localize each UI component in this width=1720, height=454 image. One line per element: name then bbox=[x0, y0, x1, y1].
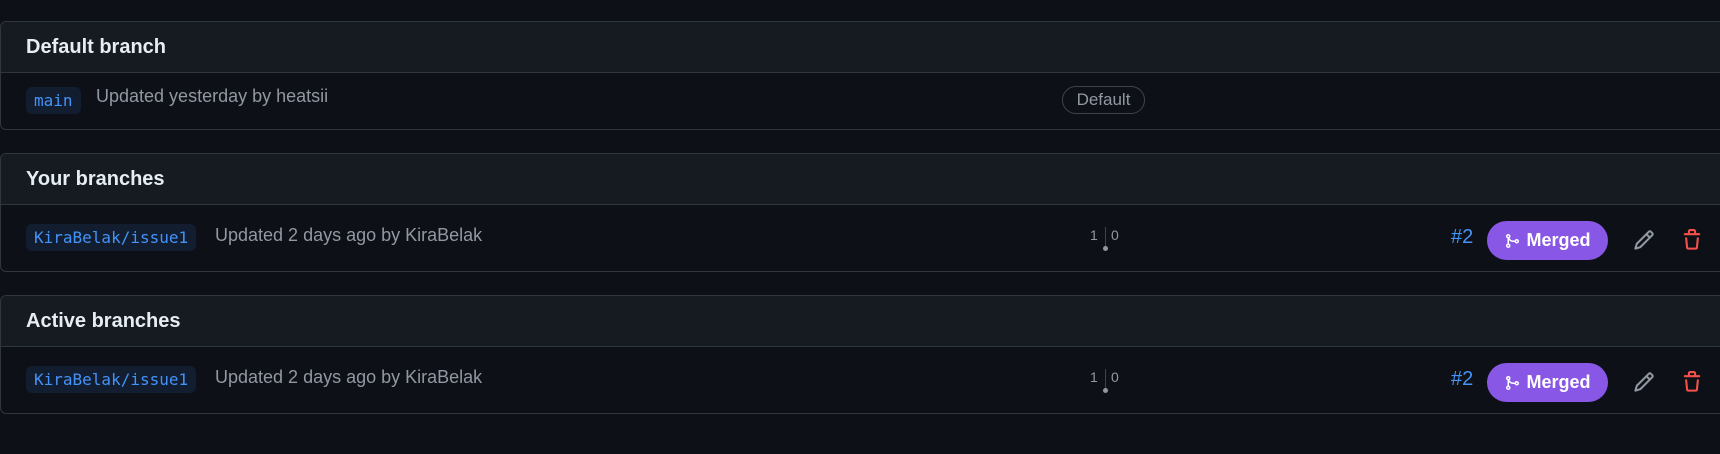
branch-row: KiraBelak/issue1 Updated 2 days ago by K… bbox=[1, 205, 1720, 271]
trash-icon[interactable] bbox=[1679, 369, 1705, 395]
ahead-behind-marker bbox=[1103, 388, 1108, 393]
behind-count: 1 bbox=[1090, 369, 1098, 385]
ahead-count: 0 bbox=[1111, 227, 1119, 243]
ahead-count: 0 bbox=[1111, 369, 1119, 385]
branch-name-link[interactable]: KiraBelak/issue1 bbox=[26, 224, 197, 251]
pencil-icon[interactable] bbox=[1631, 227, 1657, 253]
ahead-behind-marker bbox=[1103, 246, 1108, 251]
pull-request-link[interactable]: #2 bbox=[1451, 368, 1473, 391]
active-branches-section: Active branches KiraBelak/issue1 Updated… bbox=[0, 295, 1720, 414]
section-title: Default branch bbox=[1, 22, 1720, 73]
section-title: Active branches bbox=[1, 296, 1720, 347]
branch-updated-text: Updated 2 days ago by KiraBelak bbox=[215, 225, 483, 245]
pull-request-link[interactable]: #2 bbox=[1451, 226, 1473, 249]
pencil-icon[interactable] bbox=[1631, 369, 1657, 395]
merged-status-button[interactable]: Merged bbox=[1487, 363, 1608, 402]
branch-updated-text: Updated 2 days ago by KiraBelak bbox=[215, 367, 483, 387]
merged-label: Merged bbox=[1526, 372, 1591, 392]
branches-page: Default branch main Updated yesterday by… bbox=[0, 0, 1720, 454]
section-title: Your branches bbox=[1, 154, 1720, 205]
behind-count: 1 bbox=[1090, 227, 1098, 243]
branch-updated-text: Updated yesterday by heatsii bbox=[96, 86, 329, 106]
branch-row: KiraBelak/issue1 Updated 2 days ago by K… bbox=[1, 347, 1720, 413]
your-branches-section: Your branches KiraBelak/issue1 Updated 2… bbox=[0, 153, 1720, 272]
default-badge: Default bbox=[1062, 86, 1145, 114]
trash-icon[interactable] bbox=[1679, 227, 1705, 253]
git-merge-icon bbox=[1506, 233, 1520, 248]
branch-name-link[interactable]: main bbox=[26, 87, 81, 114]
branch-row: main Updated yesterday by heatsii Defaul… bbox=[1, 73, 1720, 129]
merged-label: Merged bbox=[1526, 230, 1591, 250]
git-merge-icon bbox=[1506, 375, 1520, 390]
merged-status-button[interactable]: Merged bbox=[1487, 221, 1608, 260]
default-branch-section: Default branch main Updated yesterday by… bbox=[0, 21, 1720, 130]
branch-name-link[interactable]: KiraBelak/issue1 bbox=[26, 366, 197, 393]
